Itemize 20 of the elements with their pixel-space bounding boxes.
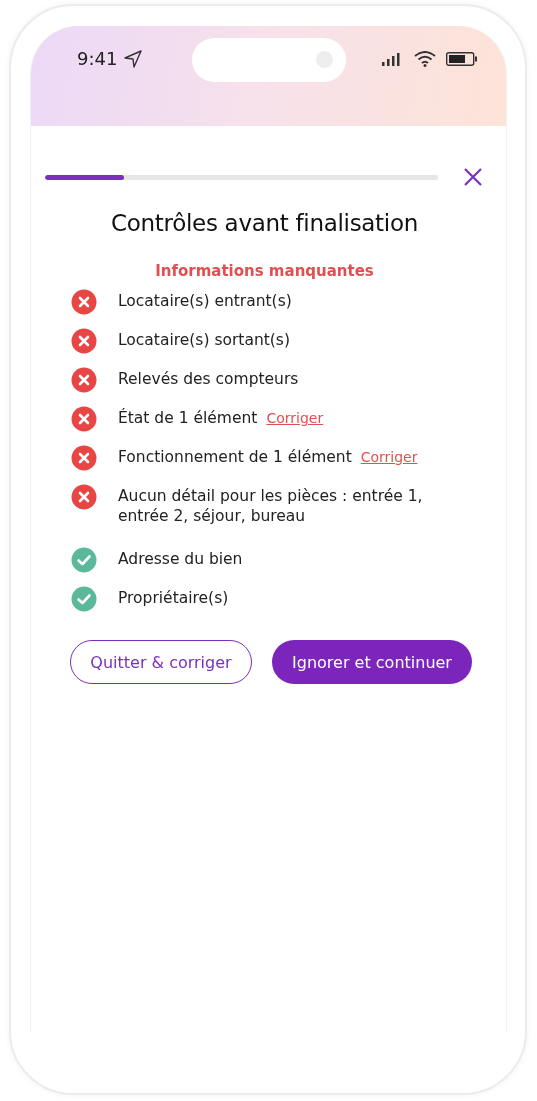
check-label: Adresse du bien — [118, 549, 243, 569]
fix-link[interactable]: Corriger — [360, 449, 418, 465]
close-icon — [464, 168, 482, 186]
close-button[interactable] — [462, 166, 484, 188]
check-label: Aucun détail pour les pièces : entrée 1, entrée 2, séjour, bureau — [118, 486, 424, 526]
status-time: 9:41 — [77, 48, 118, 69]
check-label: État de 1 élément — [118, 408, 258, 428]
dialog-title: Contrôles avant finalisation — [110, 210, 419, 236]
check-label: Locataire(s) sortant(s) — [118, 330, 290, 350]
fix-link[interactable]: Corriger — [266, 410, 324, 426]
continue-button[interactable]: Ignorer et continuer — [272, 640, 472, 684]
check-label: Relevés des compteurs — [118, 369, 299, 389]
wifi-icon — [414, 51, 436, 67]
quit-button[interactable]: Quitter & corriger — [70, 640, 252, 684]
section-heading: Informations manquantes — [154, 262, 375, 280]
location-arrow-icon — [123, 48, 144, 69]
check-label: Locataire(s) entrant(s) — [118, 291, 292, 311]
check-label: Fonctionnement de 1 élément — [118, 447, 352, 467]
battery-icon — [446, 52, 478, 66]
check-label: Propriétaire(s) — [118, 588, 229, 608]
